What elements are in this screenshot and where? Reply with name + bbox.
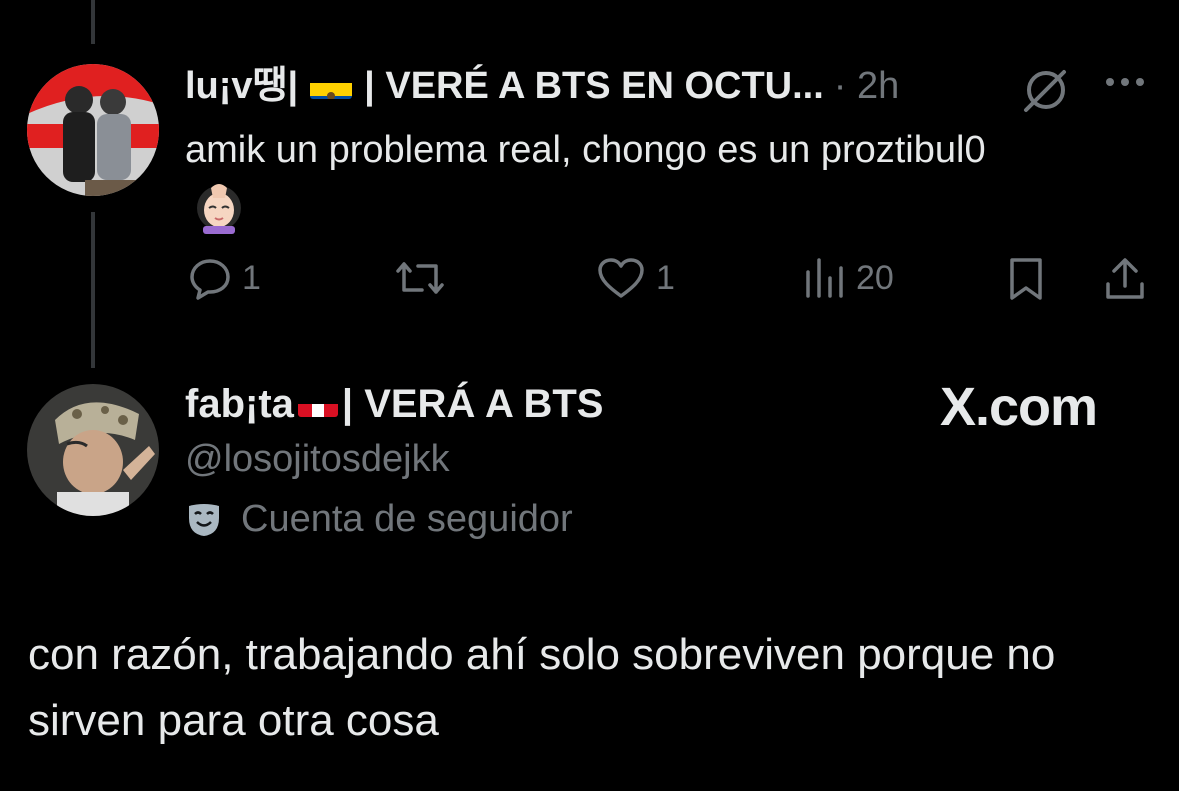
face-massage-emoji-icon (191, 178, 247, 250)
reply-button[interactable]: 1 (188, 256, 261, 300)
bookmark-icon (1010, 258, 1042, 300)
quoted-display-name-row[interactable]: fab¡ta | VERÁ A BTS (185, 378, 603, 430)
follower-account-label: Cuenta de seguidor (185, 494, 573, 544)
peru-flag-icon (297, 391, 338, 417)
quoted-handle[interactable]: @losojitosdejkk (185, 434, 450, 484)
grok-icon[interactable] (1020, 64, 1072, 121)
views-icon (806, 258, 843, 298)
display-name-suffix[interactable]: | VERÉ A BTS EN OCTU... (364, 62, 824, 110)
like-count: 1 (656, 258, 675, 297)
views-button[interactable]: 20 (802, 256, 894, 300)
share-icon (1106, 258, 1144, 299)
like-icon (598, 258, 644, 298)
quoted-display-name: fab¡ta (185, 382, 294, 426)
share-button[interactable] (1102, 256, 1148, 302)
tweet-text: amik un problema real, chongo es un proz… (185, 122, 1005, 250)
thread-line-bottom (91, 212, 95, 368)
views-count: 20 (856, 258, 894, 297)
avatar[interactable] (27, 64, 159, 196)
reply-text: con razón, trabajando ahí solo sobrevive… (28, 630, 1056, 745)
retweet-icon (396, 262, 444, 294)
reply-count: 1 (242, 258, 261, 297)
retweet-button[interactable] (394, 256, 456, 300)
bookmark-button[interactable] (1006, 256, 1046, 302)
reply-icon (190, 259, 230, 300)
like-button[interactable]: 1 (596, 256, 675, 300)
more-icon[interactable] (1103, 70, 1147, 99)
mask-icon (189, 504, 219, 536)
tweet-text-content: amik un problema real, chongo es un proz… (185, 129, 986, 171)
thread-line-top (91, 0, 95, 44)
follower-label-text: Cuenta de seguidor (241, 498, 573, 540)
display-name[interactable]: lu¡v땡| (185, 62, 298, 110)
tweet-header: lu¡v땡| | VERÉ A BTS EN OCTU... · 2h (185, 62, 899, 110)
x-com-watermark: X.com (940, 377, 1098, 437)
quoted-display-name-suffix: | VERÁ A BTS (341, 382, 604, 426)
ecuador-flag-icon (310, 73, 353, 99)
timestamp[interactable]: · 2h (834, 62, 899, 110)
quoted-avatar[interactable] (27, 384, 159, 516)
